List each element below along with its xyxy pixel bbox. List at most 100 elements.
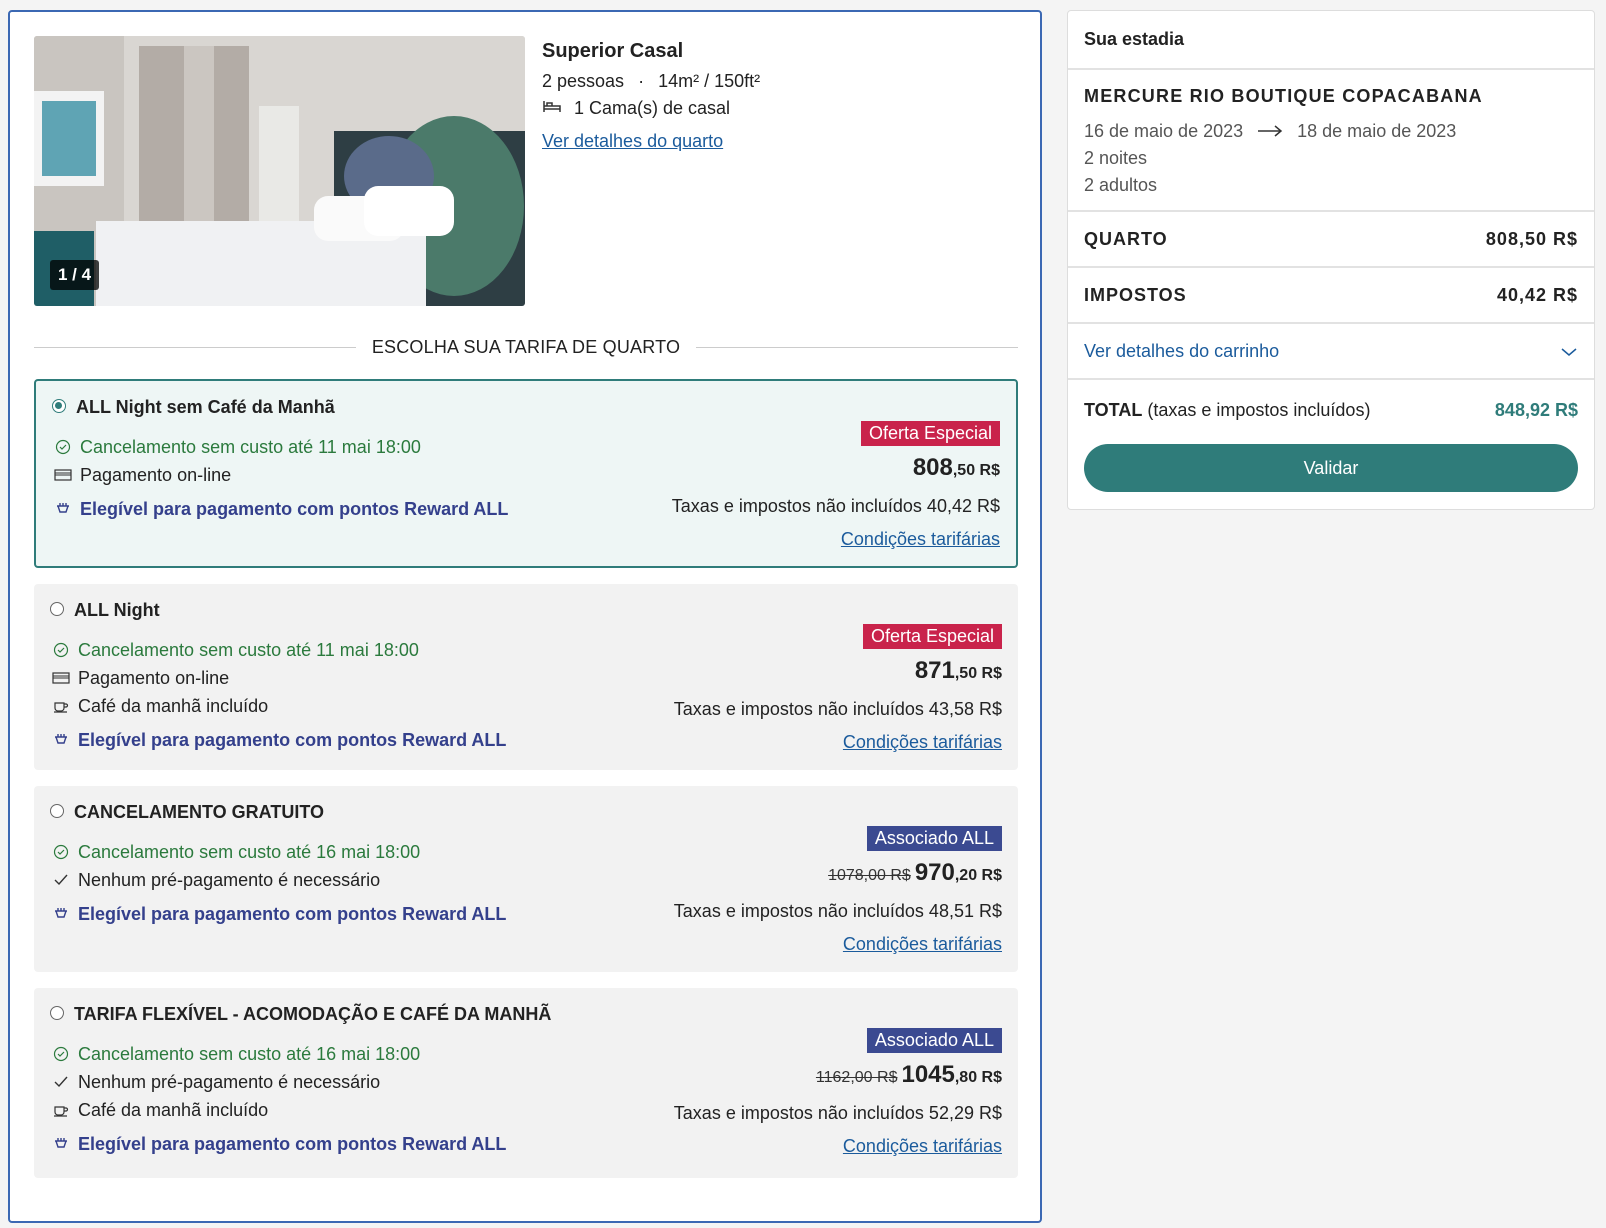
cancel-info: Cancelamento sem custo até 16 mai 18:00 xyxy=(52,1040,506,1068)
rate-price: 1162,00 R$ 1045,80 R$ xyxy=(815,1061,1002,1088)
rate-option-2[interactable]: ALL Night Cancelamento sem custo até 11 … xyxy=(34,584,1018,770)
room-size: 14m² / 150ft² xyxy=(658,71,761,91)
old-price: 1162,00 R$ xyxy=(815,1069,898,1086)
room-photo-image xyxy=(34,36,525,306)
rate-title: ALL Night sem Café da Manhã xyxy=(76,397,335,417)
rate-taxes: Taxas e impostos não incluídos 40,42 R$ xyxy=(671,496,1000,516)
total-label: TOTAL xyxy=(1084,399,1143,420)
validate-button[interactable]: Validar xyxy=(1084,444,1578,492)
check-circle-icon xyxy=(52,844,70,860)
check-circle-icon xyxy=(52,642,70,658)
cancel-info: Cancelamento sem custo até 11 mai 18:00 xyxy=(52,636,506,664)
divider xyxy=(696,347,1018,348)
rate-radio[interactable] xyxy=(50,804,64,818)
summary-total-row: TOTAL (taxas e impostos incluídos) 848,9… xyxy=(1068,380,1594,440)
room-amount: 808,50 R$ xyxy=(1485,228,1578,249)
rate-pricing: Oferta Especial 871,50 R$ Taxas e impost… xyxy=(674,624,1002,753)
bed-type: 1 Cama(s) de casal xyxy=(574,98,731,118)
rate-features: Cancelamento sem custo até 11 mai 18:00 … xyxy=(52,636,506,754)
chevron-down-icon[interactable] xyxy=(1560,341,1578,362)
room-meta: 2 pessoas · 14m² / 150ft² xyxy=(542,71,760,92)
guests-count: 2 adultos xyxy=(1084,175,1158,195)
summary-title: Sua estadia xyxy=(1068,11,1594,70)
summary-room-row: QUARTO 808,50 R$ xyxy=(1068,212,1594,268)
room-photo[interactable]: 1 / 4 xyxy=(34,36,525,306)
rate-conditions-link[interactable]: Condições tarifárias xyxy=(843,1136,1002,1157)
breakfast-info: Café da manhã incluído xyxy=(52,1096,506,1124)
coffee-cup-icon xyxy=(52,699,70,713)
rate-taxes: Taxas e impostos não incluídos 48,51 R$ xyxy=(673,901,1002,921)
reward-icon xyxy=(54,502,72,516)
rate-conditions-link[interactable]: Condições tarifárias xyxy=(843,732,1002,753)
rate-features: Cancelamento sem custo até 16 mai 18:00 … xyxy=(52,838,506,928)
checkmark-icon xyxy=(52,1075,70,1089)
cart-details-toggle[interactable]: Ver detalhes do carrinho xyxy=(1068,324,1594,380)
checkin-date: 16 de maio de 2023 xyxy=(1084,121,1244,141)
rate-conditions-link[interactable]: Condições tarifárias xyxy=(843,934,1002,955)
payment-info: Nenhum pré-pagamento é necessário xyxy=(52,1068,506,1096)
room-panel: 1 / 4 Superior Casal 2 pessoas · 14m² / … xyxy=(8,10,1042,1223)
rate-radio-selected[interactable] xyxy=(52,399,66,413)
room-name: Superior Casal xyxy=(542,40,684,62)
bed-icon xyxy=(542,98,562,119)
payment-info: Nenhum pré-pagamento é necessário xyxy=(52,866,506,894)
breakfast-info: Café da manhã incluído xyxy=(52,692,506,720)
total-note: (taxas e impostos incluídos) xyxy=(1147,399,1371,420)
rate-price: 808,50 R$ xyxy=(912,454,1000,481)
member-badge: Associado ALL xyxy=(866,1028,1002,1053)
divider xyxy=(34,347,356,348)
reward-info: Elegível para pagamento com pontos Rewar… xyxy=(54,495,508,523)
check-circle-icon xyxy=(52,1046,70,1062)
cancel-info: Cancelamento sem custo até 16 mai 18:00 xyxy=(52,838,506,866)
old-price: 1078,00 R$ xyxy=(828,867,911,884)
rate-heading: ESCOLHA SUA TARIFA DE QUARTO xyxy=(34,337,1018,358)
check-circle-icon xyxy=(54,439,72,455)
tax-amount: 40,42 R$ xyxy=(1496,284,1578,305)
rate-features: Cancelamento sem custo até 11 mai 18:00 … xyxy=(54,433,508,523)
photo-counter: 1 / 4 xyxy=(50,260,100,290)
reward-info: Elegível para pagamento com pontos Rewar… xyxy=(52,726,506,754)
rate-option-1[interactable]: ALL Night sem Café da Manhã Cancelamento… xyxy=(34,379,1018,568)
rate-pricing: Associado ALL 1078,00 R$ 970,20 R$ Taxas … xyxy=(674,826,1002,955)
stay-summary: Sua estadia MERCURE RIO BOUTIQUE COPACAB… xyxy=(1067,10,1595,510)
credit-card-icon xyxy=(52,671,70,685)
reward-info: Elegível para pagamento com pontos Rewar… xyxy=(52,900,506,928)
rate-radio[interactable] xyxy=(50,1006,64,1020)
rate-conditions-link[interactable]: Condições tarifárias xyxy=(841,529,1000,550)
reward-icon xyxy=(52,733,70,747)
payment-info: Pagamento on-line xyxy=(54,461,508,489)
offer-badge: Oferta Especial xyxy=(860,421,1000,446)
rate-option-3[interactable]: CANCELAMENTO GRATUITO Cancelamento sem c… xyxy=(34,786,1018,972)
summary-tax-row: IMPOSTOS 40,42 R$ xyxy=(1068,268,1594,324)
rate-title: CANCELAMENTO GRATUITO xyxy=(74,802,324,822)
total-amount: 848,92 R$ xyxy=(1494,399,1578,420)
nights-count: 2 noites xyxy=(1084,148,1148,168)
rate-pricing: Oferta Especial 808,50 R$ Taxas e impost… xyxy=(672,421,1000,550)
rate-taxes: Taxas e impostos não incluídos 52,29 R$ xyxy=(673,1103,1002,1123)
rate-title: ALL Night xyxy=(74,600,160,620)
reward-icon xyxy=(52,907,70,921)
rate-pricing: Associado ALL 1162,00 R$ 1045,80 R$ Taxas… xyxy=(674,1028,1002,1157)
room-details-link[interactable]: Ver detalhes do quarto xyxy=(542,131,723,152)
credit-card-icon xyxy=(54,468,72,482)
rate-title: TARIFA FLEXÍVEL - ACOMODAÇÃO E CAFÉ DA M… xyxy=(74,1004,552,1024)
stay-dates: 16 de maio de 2023 18 de maio de 2023 xyxy=(1084,121,1578,142)
rate-option-4[interactable]: TARIFA FLEXÍVEL - ACOMODAÇÃO E CAFÉ DA M… xyxy=(34,988,1018,1178)
checkout-date: 18 de maio de 2023 xyxy=(1297,121,1457,141)
reward-info: Elegível para pagamento com pontos Rewar… xyxy=(52,1130,506,1158)
checkmark-icon xyxy=(52,873,70,887)
cancel-info: Cancelamento sem custo até 11 mai 18:00 xyxy=(54,433,508,461)
coffee-cup-icon xyxy=(52,1103,70,1117)
rate-heading-label: ESCOLHA SUA TARIFA DE QUARTO xyxy=(371,337,681,357)
room-occupancy: 2 pessoas xyxy=(542,71,625,91)
separator-dot: · xyxy=(638,71,645,91)
cart-details-link[interactable]: Ver detalhes do carrinho xyxy=(1084,341,1279,362)
rate-features: Cancelamento sem custo até 16 mai 18:00 … xyxy=(52,1040,506,1158)
hotel-name: MERCURE RIO BOUTIQUE COPACABANA xyxy=(1084,86,1483,106)
member-badge: Associado ALL xyxy=(866,826,1002,851)
rate-radio[interactable] xyxy=(50,602,64,616)
reward-icon xyxy=(52,1137,70,1151)
rate-taxes: Taxas e impostos não incluídos 43,58 R$ xyxy=(673,699,1002,719)
room-info: Superior Casal 2 pessoas · 14m² / 150ft²… xyxy=(542,40,760,152)
rate-price: 1078,00 R$ 970,20 R$ xyxy=(828,859,1002,886)
